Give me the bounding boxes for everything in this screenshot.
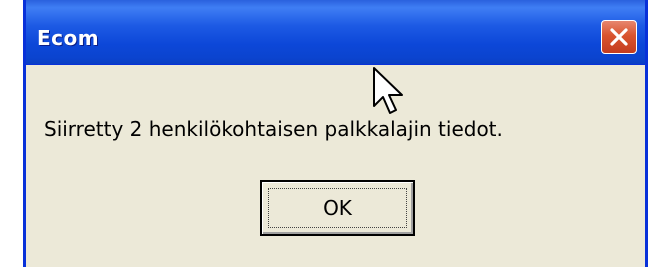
close-button[interactable]: [601, 20, 637, 54]
message-dialog: Ecom Siirretty 2 henkilökohtaisen palkka…: [23, 0, 648, 267]
title-bar[interactable]: Ecom: [26, 0, 645, 65]
message-text: Siirretty 2 henkilökohtaisen palkkalajin…: [44, 117, 503, 141]
window-title: Ecom: [37, 26, 100, 50]
ok-button-label: OK: [323, 196, 352, 220]
ok-button[interactable]: OK: [260, 180, 415, 236]
close-icon: [610, 28, 628, 46]
